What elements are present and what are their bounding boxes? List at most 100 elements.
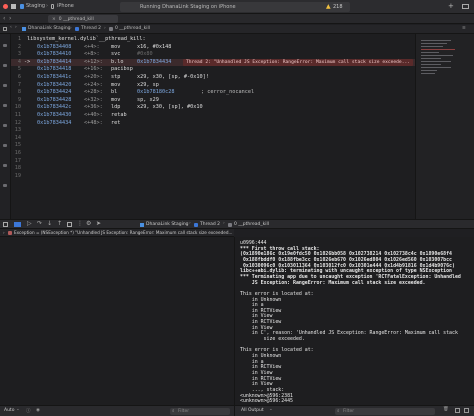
- instruction-address: 0x1b783441c: [37, 74, 72, 80]
- filter-placeholder: Filter: [343, 409, 355, 414]
- output-selector[interactable]: All Output: [241, 408, 264, 413]
- line-number: 1: [17, 36, 21, 42]
- forward-arrow-icon[interactable]: ›: [15, 25, 17, 30]
- tab-close-icon[interactable]: ×: [52, 17, 56, 22]
- tab-pthread-kill[interactable]: × 0 __pthread_kill: [48, 15, 118, 23]
- inspector-toggle-icon[interactable]: [462, 4, 469, 9]
- line-number: 17: [14, 157, 21, 164]
- step-out-icon[interactable]: ↑: [57, 220, 62, 227]
- back-arrow-icon[interactable]: ‹: [10, 25, 12, 30]
- instruction-operands: 0x1b7834434: [137, 58, 172, 65]
- minimap-line: [421, 49, 455, 51]
- close-traffic-light[interactable]: [3, 4, 8, 9]
- line-number: 11: [14, 112, 21, 118]
- library-plus-icon[interactable]: +: [448, 2, 454, 10]
- instruction-comment: ; cerror_nocancel: [201, 89, 255, 96]
- line-number: 2: [17, 43, 21, 50]
- warning-count[interactable]: 218: [333, 4, 343, 10]
- editor-options-icon[interactable]: ≡: [462, 26, 466, 31]
- line-number: 16: [14, 150, 21, 156]
- breakpoints-toggle-icon[interactable]: [14, 222, 21, 227]
- jump-item-thread[interactable]: Thread 2: [81, 26, 101, 31]
- instruction-operands: sp, x29: [137, 96, 159, 103]
- forward-arrow-icon[interactable]: ›: [9, 15, 11, 22]
- back-arrow-icon[interactable]: ‹: [3, 15, 5, 22]
- instruction-operands: #0x80: [137, 51, 153, 58]
- device-icon: [51, 4, 54, 9]
- stack-nav-icon[interactable]: [3, 104, 7, 107]
- chevron-down-icon: ⌄: [16, 407, 20, 412]
- environment-icon[interactable]: ⚙: [86, 220, 91, 227]
- split-pane-right-icon[interactable]: [464, 408, 469, 413]
- instruction-mnemonic: stp: [111, 74, 121, 80]
- instruction-address: 0x1b7834420: [37, 81, 72, 88]
- debug-nav-icon[interactable]: [3, 44, 7, 47]
- console-filter-bar: All Output ⌄ ⌕ Filter 🗑: [234, 405, 474, 416]
- chevron-right-icon: ›: [223, 221, 225, 226]
- variable-row-exception[interactable]: › Exception = (NSException *) "Unhandled…: [0, 229, 234, 237]
- exception-text: Exception = (NSException *) "Unhandled J…: [14, 230, 233, 235]
- debug-jump-thread[interactable]: Thread 2: [200, 222, 220, 227]
- instruction-address: 0x1b7834428: [37, 96, 72, 103]
- minimap[interactable]: [415, 34, 474, 219]
- exception-badge[interactable]: Thread 2: "Unhandled JS Exception: Range…: [182, 58, 413, 67]
- hide-debug-area-icon[interactable]: [3, 222, 8, 227]
- report-nav-icon[interactable]: [3, 184, 7, 187]
- instruction-offset: <+32>:: [84, 96, 103, 103]
- scheme-selector[interactable]: Staging: [26, 3, 45, 9]
- instruction-offset: <+24>:: [84, 81, 103, 88]
- code-line: 19: [11, 173, 415, 181]
- memory-graph-icon[interactable]: ⋮: [77, 220, 83, 227]
- split-pane-left-icon[interactable]: [455, 408, 460, 413]
- grid-icon[interactable]: [3, 27, 7, 31]
- device-selector[interactable]: iPhone: [57, 3, 74, 9]
- trash-icon[interactable]: 🗑: [443, 407, 449, 412]
- auto-selector[interactable]: Auto: [4, 408, 14, 413]
- location-icon[interactable]: ➤: [96, 220, 101, 227]
- instruction-operands: x16, #0x148: [137, 43, 172, 50]
- console-output[interactable]: u0996:444 *** First throw call stack: (0x1…: [234, 237, 474, 405]
- jump-item-target[interactable]: DhanaLink Staging: [28, 26, 71, 31]
- variables-filter-field[interactable]: ⌕ Filter: [170, 408, 230, 415]
- instruction-address: 0x1b7834424: [37, 89, 72, 96]
- stop-button[interactable]: [11, 4, 16, 9]
- continue-icon[interactable]: ▷: [27, 220, 32, 227]
- line-number: 4: [17, 58, 21, 65]
- minimap-line: [421, 43, 447, 45]
- console-filter-field[interactable]: ⌕ Filter: [335, 408, 435, 415]
- disassembly-editor[interactable]: 1 libsystem_kernel.dylib`__pthread_kill:…: [11, 34, 415, 219]
- instruction-mnemonic: ret: [111, 119, 121, 126]
- line-number: 13: [14, 127, 21, 134]
- debug-jump-target[interactable]: DhanaLink Staging: [146, 222, 189, 227]
- code-line: 11 0x1b7834430 <+40>: retab: [11, 112, 415, 120]
- instruction-operands: x29, x30, [sp], #0x10: [137, 104, 203, 111]
- debug-jump-frame[interactable]: 0 __pthread_kill: [234, 222, 269, 227]
- code-line: 2 0x1b7834408 <+4>: mov x16, #0x148: [11, 44, 415, 52]
- jump-item-frame[interactable]: 0 __pthread_kill: [115, 26, 150, 31]
- eye-icon[interactable]: ◉: [36, 408, 40, 413]
- instruction-address: 0x1b783442c: [37, 104, 72, 111]
- instruction-offset: <+48>:: [84, 119, 103, 126]
- editor-tab-bar: ‹ › × 0 __pthread_kill: [0, 14, 474, 24]
- disclosure-triangle-icon[interactable]: ›: [3, 229, 5, 236]
- frame-nav-icon[interactable]: [3, 124, 7, 127]
- thread-nav-icon[interactable]: [3, 84, 7, 87]
- line-number: 12: [14, 119, 21, 126]
- info-icon[interactable]: ⓘ: [26, 408, 31, 414]
- code-line: 17: [11, 158, 415, 166]
- line-number: 6: [17, 74, 21, 80]
- memory-nav-icon[interactable]: [3, 164, 7, 167]
- minimap-line: [421, 67, 451, 69]
- step-into-icon[interactable]: ↓: [47, 220, 52, 227]
- view-hierarchy-icon[interactable]: [67, 222, 72, 227]
- variables-nav-icon[interactable]: [3, 144, 7, 147]
- chevron-right-icon: ›: [70, 26, 72, 31]
- chevron-right-icon: ›: [46, 3, 48, 9]
- minimap-line: [421, 52, 439, 54]
- code-line: 3 0x1b7834410 <+8>: svc #0x80: [11, 51, 415, 59]
- frame-icon: [109, 27, 113, 31]
- breakpoint-nav-icon[interactable]: [3, 64, 7, 67]
- variables-view[interactable]: [0, 237, 234, 405]
- instruction-mnemonic: b.lo: [111, 58, 124, 65]
- step-over-icon[interactable]: ↷: [37, 220, 42, 227]
